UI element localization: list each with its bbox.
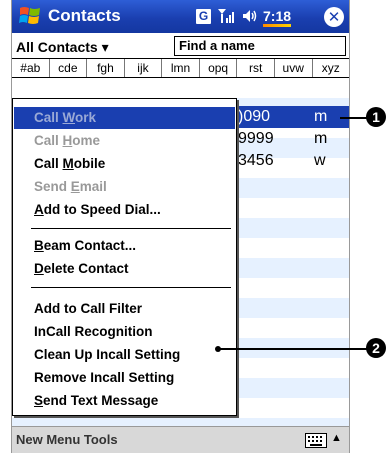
close-button[interactable]: ✕ [324, 7, 344, 27]
bottom-menu-bar: New Menu Tools ▲ [12, 426, 349, 453]
contact-row[interactable]: 3456 w [230, 150, 349, 172]
menu-item-add-call-filter[interactable]: Add to Call Filter [14, 298, 235, 320]
find-name-input[interactable]: Find a name [174, 36, 346, 56]
menu-item-remove-incall[interactable]: Remove Incall Setting [14, 367, 235, 389]
alphabet-tabs: #ab cde fgh ijk lmn opq rst uvw xyz [12, 58, 349, 78]
category-label: All Contacts [16, 39, 98, 55]
contact-type: m [314, 108, 328, 125]
contact-row[interactable]: 9999 m [230, 128, 349, 150]
contact-row[interactable]: )090 m [230, 106, 349, 128]
category-dropdown[interactable]: All Contacts ▾ [16, 39, 109, 56]
alpha-tab[interactable]: cde [50, 59, 88, 77]
callout-number: 1 [366, 107, 386, 127]
menu-item-call-mobile[interactable]: Call Mobile [14, 153, 235, 175]
callout-line [218, 348, 370, 350]
alpha-tab[interactable]: lmn [162, 59, 200, 77]
app-title: Contacts [48, 6, 121, 25]
alpha-tab[interactable]: opq [200, 59, 238, 77]
filter-row: All Contacts ▾ Find a name [12, 33, 349, 58]
menu-separator [31, 228, 231, 229]
alpha-tab[interactable]: rst [237, 59, 275, 77]
menu-item-clean-up-incall[interactable]: Clean Up Incall Setting [14, 344, 235, 366]
notification-icon[interactable]: G [196, 8, 211, 24]
windows-start-icon[interactable] [18, 5, 42, 27]
volume-icon[interactable] [241, 8, 257, 24]
alpha-tab[interactable]: xyz [313, 59, 350, 77]
menu-item-call-work[interactable]: Call Work [14, 107, 235, 129]
clock[interactable]: 7:18 [263, 8, 292, 27]
context-menu: Call Work Call Home Call Mobile Send Ema… [12, 98, 237, 416]
menu-item-add-speed-dial[interactable]: Add to Speed Dial... [14, 199, 235, 221]
alpha-tab[interactable]: fgh [87, 59, 125, 77]
contact-type: m [314, 130, 328, 147]
status-icons: G 7:18 [196, 6, 292, 27]
menu-item-call-home[interactable]: Call Home [14, 130, 235, 152]
contact-number: 3456 [238, 152, 274, 169]
alpha-tab[interactable]: #ab [12, 59, 50, 77]
battery-bar [263, 24, 292, 27]
title-bar: Contacts G 7:18 ✕ [12, 0, 349, 33]
menu-separator [31, 287, 231, 288]
callout-number: 2 [366, 338, 386, 358]
menu-item-beam-contact[interactable]: Beam Contact... [14, 235, 235, 257]
pda-screen: Contacts G 7:18 ✕ All Contacts ▾ Find a … [11, 0, 350, 453]
menu-item-send-email[interactable]: Send Email [14, 176, 235, 198]
contact-number: )090 [238, 108, 271, 125]
bottom-menu-text[interactable]: New Menu Tools [16, 432, 118, 447]
alpha-tab[interactable]: uvw [275, 59, 313, 77]
contact-type: w [314, 152, 326, 169]
chevron-down-icon: ▾ [101, 39, 109, 55]
clock-text: 7:18 [263, 8, 292, 24]
keyboard-icon[interactable] [305, 433, 327, 448]
menu-item-delete-contact[interactable]: Delete Contact [14, 258, 235, 280]
signal-icon[interactable] [217, 8, 235, 24]
chevron-up-icon[interactable]: ▲ [331, 432, 342, 444]
contact-number: 9999 [238, 130, 274, 147]
menu-item-send-text-message[interactable]: Send Text Message [14, 390, 235, 412]
alpha-tab[interactable]: ijk [125, 59, 163, 77]
menu-item-incall-recognition[interactable]: InCall Recognition [14, 321, 235, 343]
